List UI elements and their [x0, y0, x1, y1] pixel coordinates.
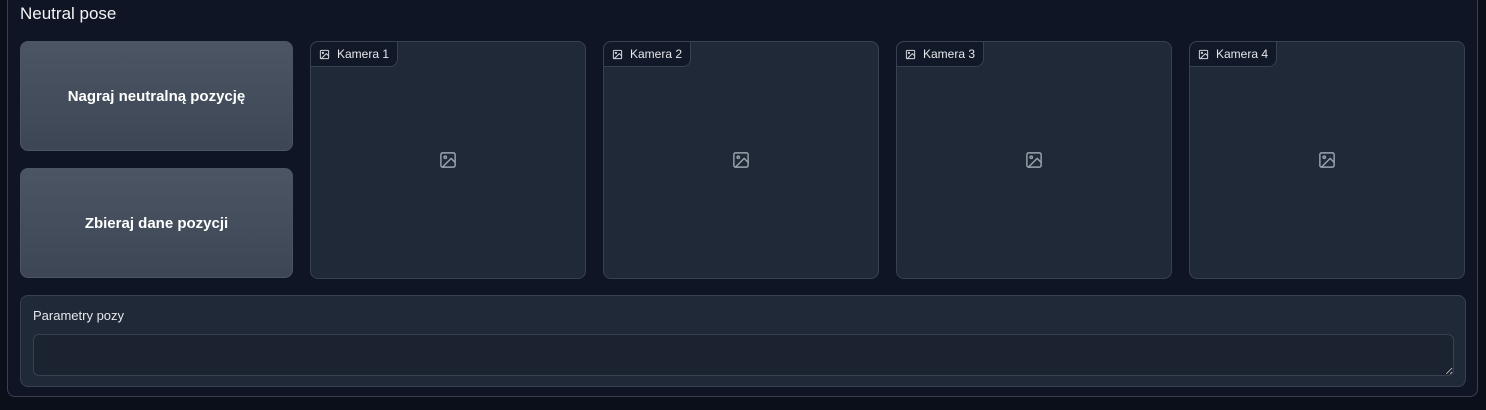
- section-title: Neutral pose: [20, 4, 117, 23]
- image-placeholder-icon: [1318, 151, 1337, 170]
- camera-1-label-text: Kamera 1: [337, 47, 390, 61]
- image-placeholder-icon: [732, 151, 751, 170]
- camera-4-image[interactable]: Kamera 4: [1189, 41, 1465, 279]
- pose-parameters-textarea[interactable]: [33, 334, 1454, 376]
- camera-2-image[interactable]: Kamera 2: [603, 41, 879, 279]
- camera-4-label-text: Kamera 4: [1216, 47, 1269, 61]
- image-icon: [1198, 49, 1209, 60]
- camera-3-image[interactable]: Kamera 3: [896, 41, 1172, 279]
- camera-3-label: Kamera 3: [896, 41, 985, 67]
- collect-position-data-button[interactable]: Zbieraj dane pozycji: [20, 168, 293, 278]
- image-icon: [319, 49, 330, 60]
- pose-parameters-label: Parametry pozy: [33, 308, 125, 323]
- camera-1-image[interactable]: Kamera 1: [310, 41, 586, 279]
- camera-4-label: Kamera 4: [1189, 41, 1278, 67]
- image-icon: [905, 49, 916, 60]
- image-icon: [612, 49, 623, 60]
- camera-2-label: Kamera 2: [603, 41, 692, 67]
- pose-parameters-block: Parametry pozy: [20, 295, 1466, 387]
- record-neutral-position-button[interactable]: Nagraj neutralną pozycję: [20, 41, 293, 151]
- camera-2-label-text: Kamera 2: [630, 47, 683, 61]
- camera-1-label: Kamera 1: [310, 41, 399, 67]
- image-placeholder-icon: [439, 151, 458, 170]
- image-placeholder-icon: [1025, 151, 1044, 170]
- camera-3-label-text: Kamera 3: [923, 47, 976, 61]
